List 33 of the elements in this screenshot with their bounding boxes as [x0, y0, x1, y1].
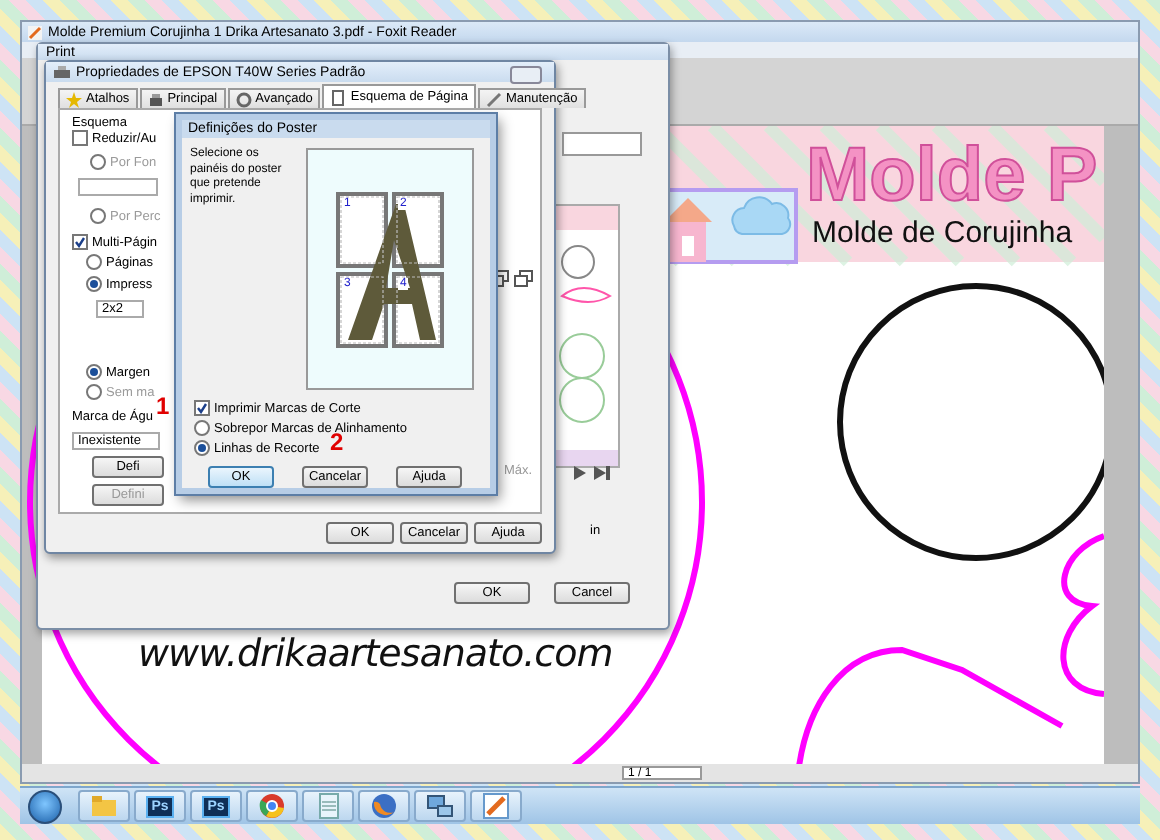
- radio-button[interactable]: [194, 440, 210, 456]
- star-icon: [66, 91, 82, 108]
- browser-icon: [256, 790, 288, 822]
- pencil-icon: [485, 91, 502, 108]
- taskbar-button[interactable]: [414, 790, 466, 822]
- taskbar-button[interactable]: [246, 790, 298, 822]
- radio-button[interactable]: [86, 254, 102, 270]
- radio-button[interactable]: [86, 364, 102, 380]
- network-icon: [424, 790, 456, 822]
- taskbar-button[interactable]: [358, 790, 410, 822]
- folder-icon: [88, 790, 120, 822]
- checkbox[interactable]: [194, 400, 210, 416]
- banner-title: Molde P: [806, 134, 1098, 220]
- radio-button[interactable]: [86, 276, 102, 292]
- last-page-icon[interactable]: [594, 466, 610, 480]
- poster-panels-drawing[interactable]: [336, 191, 444, 347]
- pdf-reader-icon: [480, 790, 512, 822]
- printer-icon: [147, 91, 164, 108]
- banner-subtitle: Molde de Corujinha: [812, 216, 1073, 250]
- website-text: www.drikaartesanato.com: [138, 632, 613, 676]
- input-field[interactable]: [78, 178, 158, 196]
- checkbox[interactable]: [72, 234, 88, 250]
- taskbar-button[interactable]: [470, 790, 522, 822]
- close-button[interactable]: [510, 66, 542, 84]
- radio-button[interactable]: [194, 420, 210, 436]
- browser-icon: [368, 790, 400, 822]
- printer-icon: [54, 65, 70, 80]
- next-page-icon[interactable]: [574, 466, 586, 480]
- annotation-number: 1: [156, 392, 170, 420]
- dropdown[interactable]: [562, 132, 642, 156]
- checkbox[interactable]: [72, 130, 88, 146]
- start-button[interactable]: [28, 789, 62, 823]
- cloud-drawing: [731, 196, 792, 235]
